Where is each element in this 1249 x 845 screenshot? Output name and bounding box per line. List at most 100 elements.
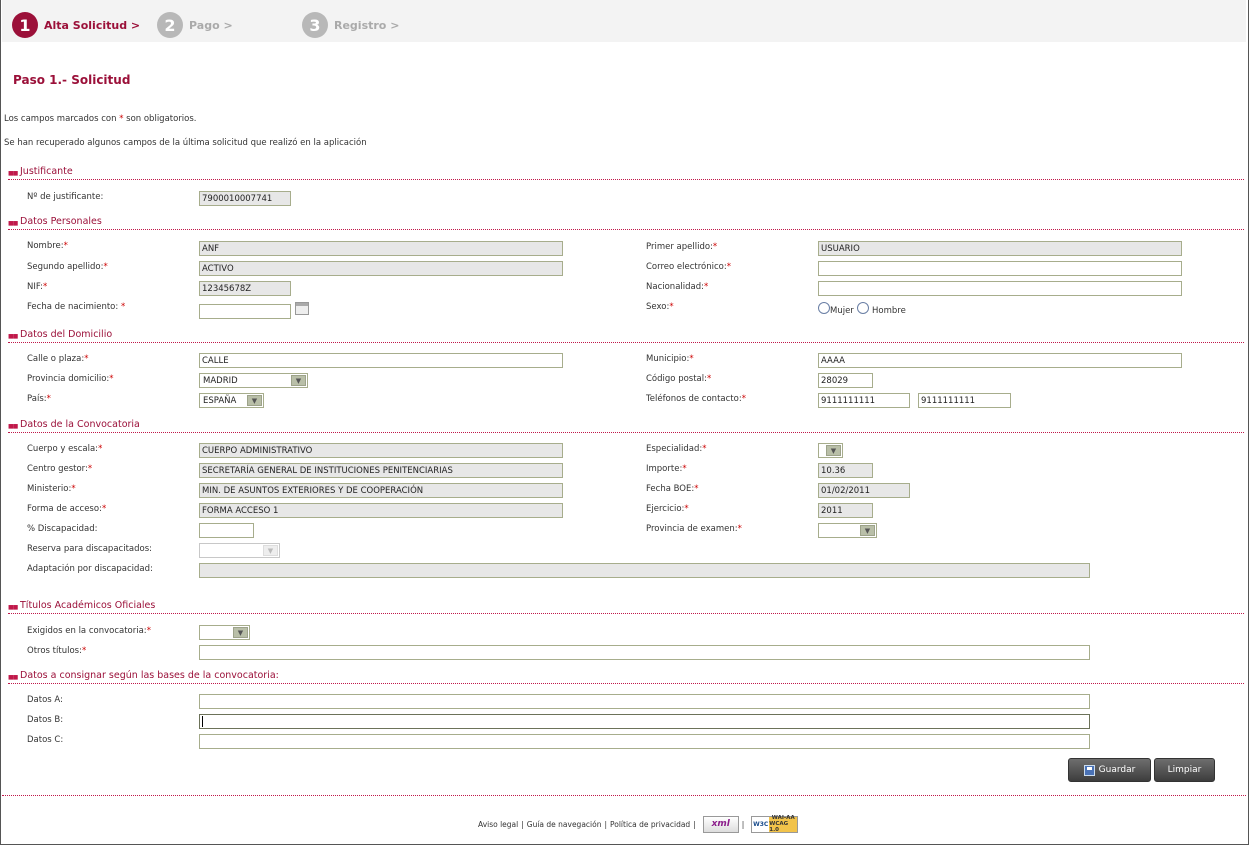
correo-label-text: Correo electrónico: bbox=[646, 262, 727, 272]
required-star: * bbox=[120, 302, 126, 312]
required-star: * bbox=[84, 354, 89, 364]
step-number-3: 3 bbox=[302, 12, 328, 38]
guia-navegacion-link[interactable]: Guía de navegación bbox=[527, 820, 602, 829]
fecha-nacimiento-field[interactable] bbox=[199, 304, 291, 319]
fecha-boe-field[interactable]: 01/02/2011 bbox=[818, 483, 910, 498]
xml-badge-icon[interactable]: xml bbox=[702, 815, 739, 833]
pais-select[interactable]: ESPAÑA ▼ bbox=[199, 393, 264, 408]
adaptacion-field[interactable] bbox=[199, 563, 1090, 578]
wai-badge: WAI-AA WCAG 1.0 bbox=[769, 815, 798, 833]
politica-privacidad-link[interactable]: Política de privacidad bbox=[610, 820, 690, 829]
section-datos-convocatoria: ■■ Datos de la Convocatoria bbox=[8, 419, 1244, 433]
importe-label: Importe:* bbox=[646, 464, 687, 474]
required-star: * bbox=[737, 524, 742, 534]
guardar-button[interactable]: Guardar bbox=[1068, 758, 1151, 782]
radio-hombre[interactable] bbox=[857, 302, 869, 314]
justificante-label: Nº de justificante: bbox=[27, 192, 104, 202]
provincia-domicilio-select[interactable]: MADRID ▼ bbox=[199, 373, 308, 388]
required-note: Los campos marcados con * son obligatori… bbox=[4, 114, 197, 124]
calle-label: Calle o plaza:* bbox=[27, 354, 88, 364]
footer-separator: | bbox=[521, 819, 524, 829]
section-title: Títulos Académicos Oficiales bbox=[20, 600, 156, 611]
importe-label-text: Importe: bbox=[646, 464, 683, 474]
calle-field[interactable]: CALLE bbox=[199, 353, 563, 368]
ejercicio-label: Ejercicio:* bbox=[646, 504, 689, 514]
importe-field[interactable]: 10.36 bbox=[818, 463, 873, 478]
calendar-icon[interactable] bbox=[295, 302, 309, 315]
required-star: * bbox=[87, 464, 93, 474]
radio-mujer[interactable] bbox=[818, 302, 830, 314]
otros-titulos-field[interactable] bbox=[199, 645, 1090, 660]
cuerpo-label: Cuerpo y escala:* bbox=[27, 444, 102, 454]
required-star: * bbox=[682, 464, 687, 474]
wcag-text: WCAG 1.0 bbox=[769, 821, 789, 833]
datos-b-field[interactable] bbox=[199, 714, 1090, 729]
municipio-field[interactable]: AAAA bbox=[818, 353, 1182, 368]
required-star: * bbox=[726, 262, 731, 272]
required-note-suffix: son obligatorios. bbox=[126, 114, 197, 124]
section-title: Datos del Domicilio bbox=[20, 329, 113, 340]
nombre-label: Nombre:* bbox=[27, 241, 68, 251]
provincia-examen-label: Provincia de examen:* bbox=[646, 524, 742, 534]
provincia-domicilio-value: MADRID bbox=[203, 376, 238, 386]
centro-gestor-field[interactable]: SECRETARÍA GENERAL DE INSTITUCIONES PENI… bbox=[199, 463, 563, 478]
nif-label-text: NIF: bbox=[27, 282, 43, 292]
nif-field[interactable]: 12345678Z bbox=[199, 281, 291, 296]
especialidad-label-text: Especialidad: bbox=[646, 444, 703, 454]
telefono-2-field[interactable]: 9111111111 bbox=[918, 393, 1011, 408]
limpiar-button[interactable]: Limpiar bbox=[1154, 758, 1215, 782]
ejercicio-field[interactable]: 2011 bbox=[818, 503, 873, 518]
radio-mujer-label: Mujer bbox=[830, 306, 854, 316]
step-alta-solicitud[interactable]: 1 Alta Solicitud > bbox=[12, 12, 140, 38]
wizard-steps: 1 Alta Solicitud > 2 Pago > 3 Registro > bbox=[2, 0, 1246, 42]
chevron-down-icon: ▼ bbox=[233, 627, 248, 638]
required-star: * bbox=[98, 444, 103, 454]
chevron-down-icon: ▼ bbox=[263, 545, 278, 556]
cuerpo-field[interactable]: CUERPO ADMINISTRATIVO bbox=[199, 443, 563, 458]
provincia-examen-label-text: Provincia de examen: bbox=[646, 524, 738, 534]
step-pago[interactable]: 2 Pago > bbox=[157, 12, 233, 38]
w3c-wai-aa-badge-icon[interactable]: W3C WAI-AA WCAG 1.0 bbox=[751, 815, 799, 833]
segundo-apellido-field[interactable]: ACTIVO bbox=[199, 261, 563, 276]
limpiar-button-label: Limpiar bbox=[1167, 765, 1202, 775]
nacionalidad-field[interactable] bbox=[818, 281, 1182, 296]
codigo-postal-field[interactable]: 28029 bbox=[818, 373, 873, 388]
chevron-down-icon: ▼ bbox=[860, 525, 875, 536]
required-note-star: * bbox=[119, 114, 124, 124]
pais-value: ESPAÑA bbox=[203, 396, 237, 406]
segundo-apellido-label-text: Segundo apellido: bbox=[27, 262, 104, 272]
sexo-label: Sexo:* bbox=[646, 302, 674, 312]
step-registro[interactable]: 3 Registro > bbox=[302, 12, 399, 38]
nombre-label-text: Nombre: bbox=[27, 241, 64, 251]
municipio-label: Municipio:* bbox=[646, 354, 694, 364]
datos-a-field[interactable] bbox=[199, 694, 1090, 709]
section-bullet-icon: ■■ bbox=[8, 333, 18, 340]
sexo-label-text: Sexo: bbox=[646, 302, 670, 312]
guardar-button-label: Guardar bbox=[1098, 765, 1136, 775]
page-title: Paso 1.- Solicitud bbox=[13, 73, 131, 87]
provincia-examen-select[interactable]: ▼ bbox=[818, 523, 877, 538]
justificante-field[interactable]: 7900010007741 bbox=[199, 191, 291, 206]
telefono-1-field[interactable]: 9111111111 bbox=[818, 393, 910, 408]
correo-field[interactable] bbox=[818, 261, 1182, 276]
required-star: * bbox=[702, 444, 707, 454]
exigidos-select[interactable]: ▼ bbox=[199, 625, 250, 640]
discapacidad-field[interactable] bbox=[199, 523, 254, 538]
nombre-field[interactable]: ANF bbox=[199, 241, 563, 256]
required-star: * bbox=[689, 354, 694, 364]
required-star: * bbox=[46, 394, 51, 404]
primer-apellido-label: Primer apellido:* bbox=[646, 242, 717, 252]
forma-acceso-field[interactable]: FORMA ACCESO 1 bbox=[199, 503, 563, 518]
codigo-postal-label: Código postal:* bbox=[646, 374, 711, 384]
ministerio-field[interactable]: MIN. DE ASUNTOS EXTERIORES Y DE COOPERAC… bbox=[199, 483, 563, 498]
especialidad-select[interactable]: ▼ bbox=[818, 443, 843, 458]
step-label-3: Registro > bbox=[334, 18, 400, 32]
aviso-legal-link[interactable]: Aviso legal bbox=[478, 820, 518, 829]
adaptacion-label: Adaptación por discapacidad: bbox=[27, 564, 153, 574]
footer-separator: | bbox=[604, 819, 607, 829]
reserva-select[interactable]: ▼ bbox=[199, 543, 280, 558]
reserva-label: Reserva para discapacitados: bbox=[27, 544, 152, 554]
required-star: * bbox=[712, 242, 718, 252]
datos-c-field[interactable] bbox=[199, 734, 1090, 749]
primer-apellido-field[interactable]: USUARIO bbox=[818, 241, 1182, 256]
